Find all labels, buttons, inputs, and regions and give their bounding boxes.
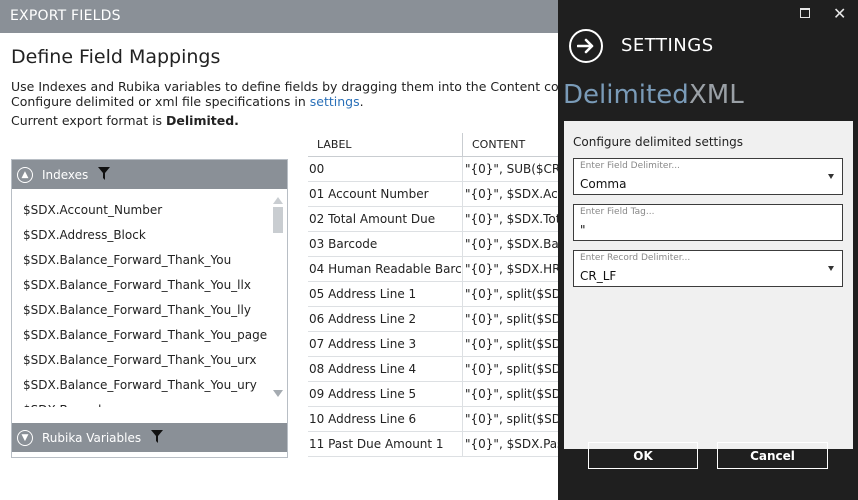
row-content[interactable]: "{0}", split($SDX.A xyxy=(463,407,560,431)
field-delimiter-placeholder: Enter Field Delimiter... xyxy=(580,161,680,171)
column-header-label[interactable]: LABEL xyxy=(308,133,463,156)
row-content[interactable]: "{0}", split($SDX.A xyxy=(463,307,560,331)
row-content[interactable]: "{0}", split($SDX.A xyxy=(463,357,560,381)
list-item[interactable]: $SDX.Balance_Forward_Thank_You_lly xyxy=(12,298,274,323)
list-item[interactable]: $SDX.Barcode xyxy=(12,398,274,407)
record-delimiter-select[interactable]: Enter Record Delimiter... CR_LF xyxy=(573,250,843,287)
description-line-2: Configure delimited or xml file specific… xyxy=(11,94,364,109)
list-item[interactable]: $SDX.Balance_Forward_Thank_You xyxy=(12,248,274,273)
settings-link[interactable]: settings xyxy=(310,94,360,109)
indexes-list: $SDX.Account_Number $SDX.Address_Block $… xyxy=(12,189,274,407)
scroll-thumb[interactable] xyxy=(273,207,283,233)
table-row[interactable]: 05 Address Line 1"{0}", split($SDX.A xyxy=(308,282,560,307)
row-label[interactable]: 07 Address Line 3 xyxy=(308,332,463,356)
field-mapping-table: LABEL CONTENT 00"{0}", SUB($CRIF,101 Acc… xyxy=(308,133,560,457)
table-row[interactable]: 03 Barcode"{0}", $SDX.Barco xyxy=(308,232,560,257)
page-title: Define Field Mappings xyxy=(11,46,221,68)
row-label[interactable]: 05 Address Line 1 xyxy=(308,282,463,306)
field-tag-placeholder: Enter Field Tag... xyxy=(580,207,655,217)
indexes-scrollbar[interactable] xyxy=(273,197,283,397)
scroll-down-icon[interactable] xyxy=(273,390,283,397)
main-area: Define Field Mappings Use Indexes and Ru… xyxy=(0,33,570,500)
list-item[interactable]: $SDX.Balance_Forward_Thank_You_ury xyxy=(12,373,274,398)
chevron-down-icon[interactable] xyxy=(828,174,834,179)
row-content[interactable]: "{0}", split($SDX.A xyxy=(463,282,560,306)
table-row[interactable]: 10 Address Line 6"{0}", split($SDX.A xyxy=(308,407,560,432)
row-content[interactable]: "{0}", $SDX.HR_Ba xyxy=(463,257,560,281)
table-row[interactable]: 02 Total Amount Due"{0}", $SDX.Total_ xyxy=(308,207,560,232)
row-label[interactable]: 09 Address Line 5 xyxy=(308,382,463,406)
table-row[interactable]: 08 Address Line 4"{0}", split($SDX.A xyxy=(308,357,560,382)
row-label[interactable]: 08 Address Line 4 xyxy=(308,357,463,381)
window-title: EXPORT FIELDS xyxy=(10,8,121,24)
chevron-down-icon[interactable] xyxy=(828,266,834,271)
row-content[interactable]: "{0}", $SDX.Total_ xyxy=(463,207,560,231)
field-tag-value: " xyxy=(580,223,586,237)
record-delimiter-placeholder: Enter Record Delimiter... xyxy=(580,253,691,263)
row-label[interactable]: 04 Human Readable Barcode xyxy=(308,257,463,281)
collapse-up-icon[interactable]: ▲ xyxy=(17,166,33,183)
table-row[interactable]: 04 Human Readable Barcode"{0}", $SDX.HR_… xyxy=(308,257,560,282)
list-item[interactable]: $SDX.Balance_Forward_Thank_You_llx xyxy=(12,273,274,298)
rubika-variables-header[interactable]: ▼ Rubika Variables xyxy=(12,423,287,452)
delimited-config-box: Configure delimited settings Enter Field… xyxy=(564,121,853,449)
table-row[interactable]: 06 Address Line 2"{0}", split($SDX.A xyxy=(308,307,560,332)
field-tag-input[interactable]: Enter Field Tag... " xyxy=(573,204,843,241)
row-content[interactable]: "{0}", split($SDX.A xyxy=(463,332,560,356)
row-content[interactable]: "{0}", split($SDX.A xyxy=(463,382,560,406)
table-row[interactable]: 01 Account Number"{0}", $SDX.Accou xyxy=(308,182,560,207)
ok-button[interactable]: OK xyxy=(588,442,698,469)
export-format-text: Current export format is xyxy=(11,113,167,128)
filter-icon[interactable] xyxy=(151,429,164,446)
row-label[interactable]: 02 Total Amount Due xyxy=(308,207,463,231)
back-button[interactable] xyxy=(569,29,603,63)
filter-icon[interactable] xyxy=(98,166,111,183)
row-content[interactable]: "{0}", $SDX.Accou xyxy=(463,182,560,206)
table-row[interactable]: 00"{0}", SUB($CRIF,1 xyxy=(308,157,560,182)
export-format-value: Delimited. xyxy=(166,113,239,128)
description-line-3: Current export format is Delimited. xyxy=(11,113,239,128)
config-title: Configure delimited settings xyxy=(573,135,744,149)
description-text: Configure delimited or xml file specific… xyxy=(11,94,310,109)
row-label[interactable]: 01 Account Number xyxy=(308,182,463,206)
row-label[interactable]: 10 Address Line 6 xyxy=(308,407,463,431)
table-row[interactable]: 07 Address Line 3"{0}", split($SDX.A xyxy=(308,332,560,357)
record-delimiter-value: CR_LF xyxy=(580,269,617,283)
row-label[interactable]: 06 Address Line 2 xyxy=(308,307,463,331)
description-line-1: Use Indexes and Rubika variables to defi… xyxy=(11,79,570,94)
field-delimiter-value: Comma xyxy=(580,177,627,191)
arrow-right-icon xyxy=(577,38,594,54)
table-header: LABEL CONTENT xyxy=(308,133,560,157)
settings-panel: ✕ SETTINGS Delimited XML Configure delim… xyxy=(558,0,858,500)
variables-panel: ▲ Indexes $SDX.Account_Number $SDX.Addre… xyxy=(11,159,288,458)
row-label[interactable]: 00 xyxy=(308,157,463,181)
list-item[interactable]: $SDX.Balance_Forward_Thank_You_urx xyxy=(12,348,274,373)
description-period: . xyxy=(359,94,364,109)
row-content[interactable]: "{0}", SUB($CRIF,1 xyxy=(463,157,560,181)
table-body: 00"{0}", SUB($CRIF,101 Account Number"{0… xyxy=(308,157,560,457)
row-content[interactable]: "{0}", $SDX.Barco xyxy=(463,232,560,256)
list-item[interactable]: $SDX.Account_Number xyxy=(12,198,274,223)
row-content[interactable]: "{0}", $SDX.Past_D xyxy=(463,432,560,456)
table-row[interactable]: 11 Past Due Amount 1"{0}", $SDX.Past_D xyxy=(308,432,560,457)
column-header-content[interactable]: CONTENT xyxy=(463,133,525,156)
scroll-up-icon[interactable] xyxy=(273,197,283,204)
maximize-icon[interactable] xyxy=(800,7,810,22)
indexes-label: Indexes xyxy=(42,167,89,182)
indexes-header[interactable]: ▲ Indexes xyxy=(12,160,287,189)
tab-delimited[interactable]: Delimited xyxy=(563,80,689,110)
rubika-variables-label: Rubika Variables xyxy=(42,430,142,445)
settings-title: SETTINGS xyxy=(621,35,714,56)
list-item[interactable]: $SDX.Address_Block xyxy=(12,223,274,248)
row-label[interactable]: 11 Past Due Amount 1 xyxy=(308,432,463,456)
cancel-button[interactable]: Cancel xyxy=(717,442,828,469)
table-row[interactable]: 09 Address Line 5"{0}", split($SDX.A xyxy=(308,382,560,407)
tab-xml[interactable]: XML xyxy=(689,80,744,110)
field-delimiter-select[interactable]: Enter Field Delimiter... Comma xyxy=(573,158,843,195)
close-icon[interactable]: ✕ xyxy=(833,4,846,23)
list-item[interactable]: $SDX.Balance_Forward_Thank_You_page xyxy=(12,323,274,348)
expand-down-icon[interactable]: ▼ xyxy=(17,429,33,446)
row-label[interactable]: 03 Barcode xyxy=(308,232,463,256)
